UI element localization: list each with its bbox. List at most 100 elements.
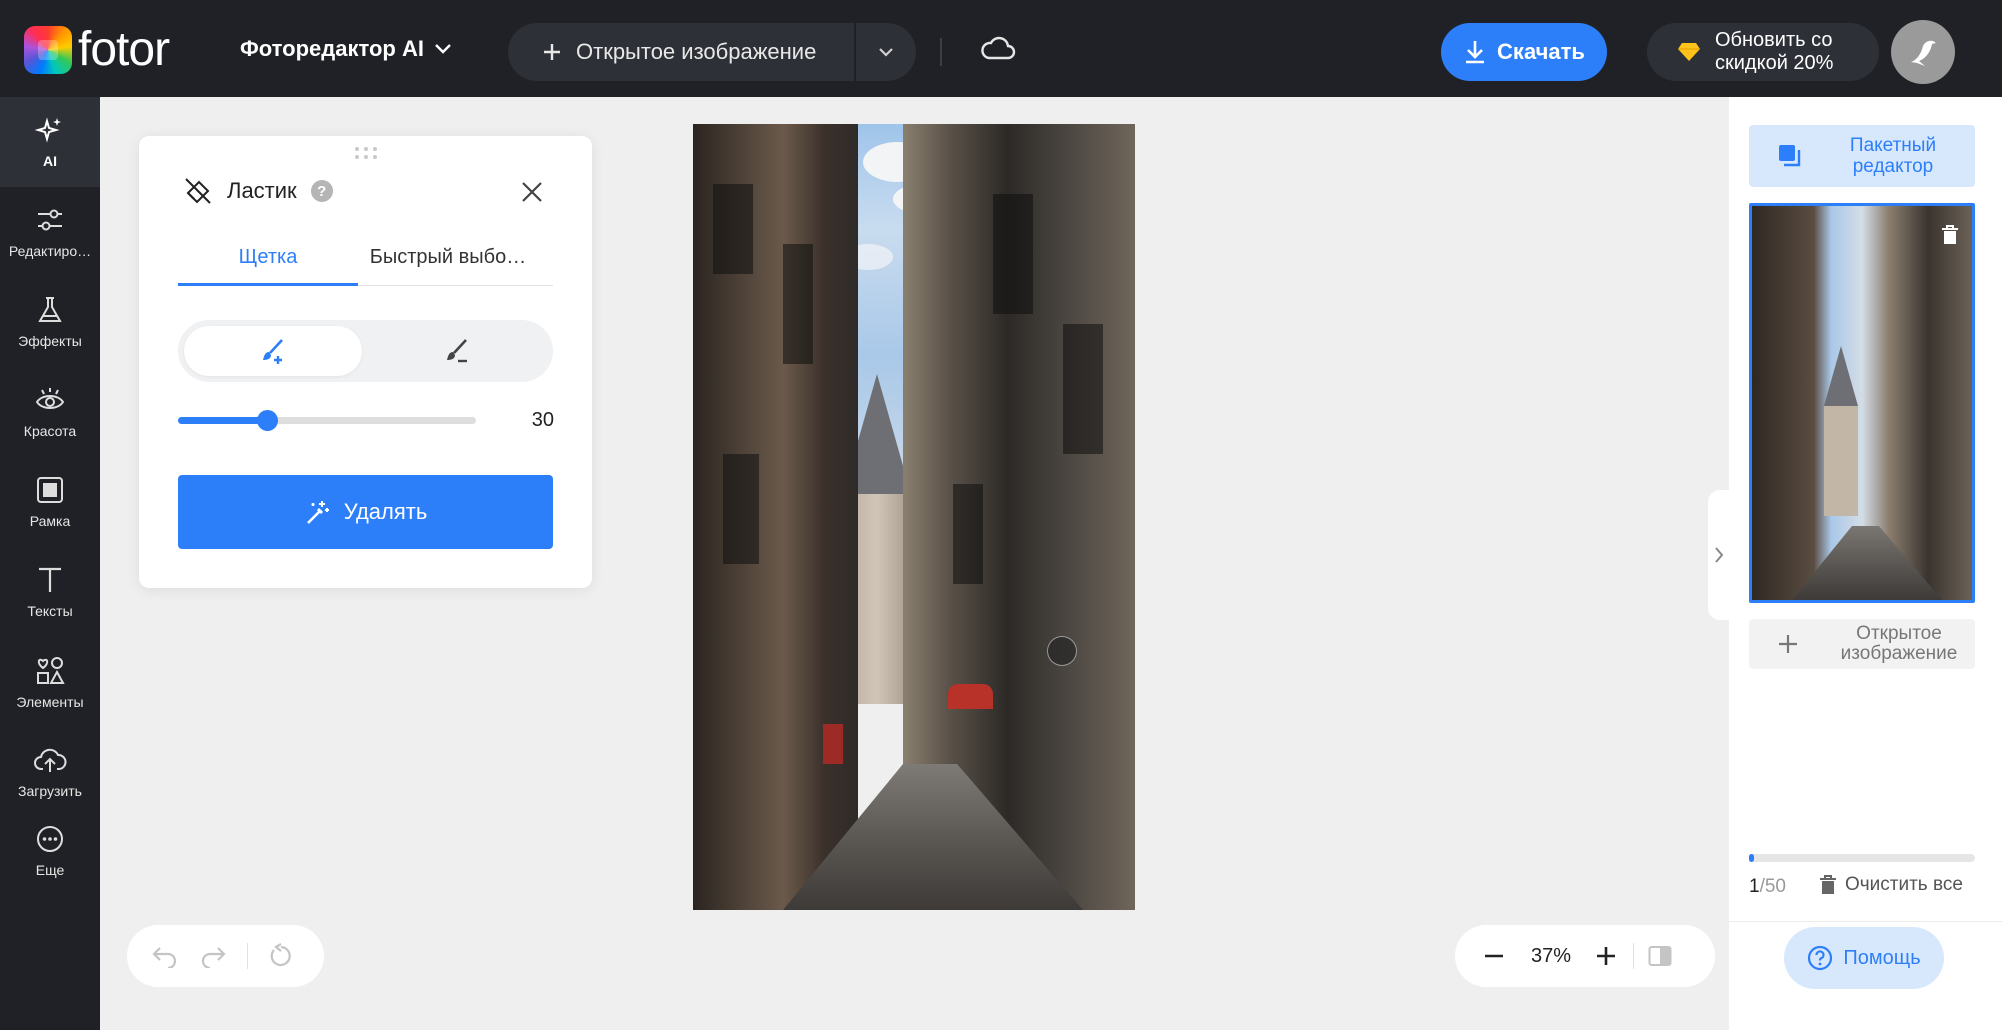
text-icon bbox=[39, 567, 61, 592]
sidebar-item-more[interactable]: Еще bbox=[0, 809, 100, 893]
cloud-save-button[interactable] bbox=[980, 34, 1016, 67]
help-button[interactable]: Помощь bbox=[1784, 927, 1944, 989]
sidebar-item-text[interactable]: Тексты bbox=[0, 547, 100, 637]
image-thumbnail[interactable] bbox=[1749, 203, 1975, 603]
brush-remove-button[interactable] bbox=[368, 326, 546, 376]
collapse-right-panel[interactable] bbox=[1708, 490, 1730, 620]
image-count-current: 1 bbox=[1749, 876, 1760, 897]
open-image-dropdown[interactable] bbox=[856, 23, 916, 81]
slider-thumb[interactable] bbox=[257, 410, 279, 431]
minus-icon bbox=[1485, 954, 1503, 958]
brush-add-button[interactable] bbox=[184, 326, 362, 376]
undo-icon bbox=[152, 947, 177, 968]
sidebar-item-beauty[interactable]: Красота bbox=[0, 367, 100, 457]
compare-view-button[interactable] bbox=[1648, 945, 1672, 967]
sidebar-item-elements[interactable]: Элементы bbox=[0, 637, 100, 727]
sliders-icon bbox=[38, 209, 62, 231]
tab-brush[interactable]: Щетка bbox=[178, 246, 358, 286]
frame-icon bbox=[37, 477, 63, 503]
editor-mode-menu[interactable]: Фоторедактор AI bbox=[240, 36, 452, 62]
sidebar-item-label: Рамка bbox=[29, 513, 71, 529]
brush-remove-icon bbox=[447, 339, 467, 363]
redo-button[interactable] bbox=[199, 944, 227, 968]
logo-text: fotor bbox=[78, 23, 170, 76]
sidebar-item-label: Редактиро… bbox=[8, 243, 92, 259]
question-circle-icon bbox=[1808, 945, 1833, 971]
batch-editor-button[interactable]: Пакетный редактор bbox=[1749, 125, 1975, 187]
upgrade-button[interactable]: Обновить со скидкой 20% bbox=[1647, 23, 1879, 81]
plus-icon bbox=[1779, 635, 1797, 653]
shapes-icon bbox=[37, 657, 65, 684]
brush-size-slider[interactable] bbox=[178, 408, 476, 432]
eraser-panel-title: Ластик bbox=[227, 178, 297, 203]
chevron-down-icon bbox=[879, 48, 893, 57]
eraser-panel-header: Ластик ? bbox=[183, 176, 333, 206]
eye-icon bbox=[35, 388, 65, 409]
download-icon bbox=[1466, 41, 1485, 64]
help-icon[interactable]: ? bbox=[310, 180, 333, 202]
top-bar: fotor Фоторедактор AI Открытое изображен… bbox=[0, 0, 2002, 97]
clear-all-label: Очистить все bbox=[1845, 874, 1963, 895]
reset-button[interactable] bbox=[268, 943, 294, 969]
user-avatar[interactable] bbox=[1891, 20, 1955, 84]
zoom-divider bbox=[1633, 943, 1634, 969]
compare-badge-icon[interactable] bbox=[1047, 636, 1077, 666]
brush-mode-toggle bbox=[178, 320, 553, 382]
sidebar-item-label: Эффекты bbox=[18, 333, 82, 349]
open-image-label: Открытое изображение bbox=[576, 39, 817, 64]
history-controls bbox=[127, 925, 324, 987]
more-icon bbox=[37, 826, 63, 852]
erase-button[interactable]: Удалять bbox=[178, 475, 553, 549]
zoom-controls: 37% bbox=[1455, 925, 1715, 987]
close-icon[interactable] bbox=[520, 180, 544, 204]
sidebar-item-label: Красота bbox=[23, 423, 77, 439]
add-image-label: Открытое изображение bbox=[1840, 623, 1958, 664]
clear-all-button[interactable]: Очистить все bbox=[1819, 874, 1963, 896]
history-divider bbox=[247, 943, 248, 969]
upload-progress-bar bbox=[1749, 854, 1975, 862]
canvas-photo[interactable] bbox=[693, 124, 1135, 910]
brush-add-icon bbox=[263, 339, 283, 364]
fotor-logo[interactable]: fotor bbox=[24, 23, 170, 76]
eraser-tabs: Щетка Быстрый выбо… bbox=[178, 246, 553, 286]
add-image-button[interactable]: Открытое изображение bbox=[1749, 619, 1975, 669]
zoom-in-button[interactable] bbox=[1595, 945, 1617, 967]
help-label: Помощь bbox=[1843, 946, 1921, 969]
sidebar-item-edit[interactable]: Редактиро… bbox=[0, 187, 100, 277]
open-image-button[interactable]: Открытое изображение bbox=[508, 23, 856, 81]
zoom-level[interactable]: 37% bbox=[1515, 945, 1587, 968]
flask-icon bbox=[38, 297, 62, 322]
sidebar-item-label: Элементы bbox=[16, 694, 84, 710]
batch-layers-icon bbox=[1779, 145, 1801, 167]
slider-fill bbox=[178, 417, 268, 424]
sidebar-item-frame[interactable]: Рамка bbox=[0, 457, 100, 547]
trash-icon[interactable] bbox=[1940, 224, 1960, 246]
ai-sparkle-icon bbox=[35, 117, 61, 143]
upload-cloud-icon bbox=[34, 748, 67, 772]
tab-quick-select[interactable]: Быстрый выбо… bbox=[358, 246, 538, 285]
right-panel: Пакетный редактор Открытое изображение 1… bbox=[1729, 97, 2002, 1030]
undo-button[interactable] bbox=[151, 944, 179, 968]
download-button[interactable]: Скачать bbox=[1441, 23, 1607, 81]
image-count: 1/50 bbox=[1749, 876, 1786, 898]
right-panel-divider bbox=[1729, 921, 2002, 922]
upgrade-line-1: Обновить со bbox=[1715, 29, 1833, 51]
sidebar-item-upload[interactable]: Загрузить bbox=[0, 727, 100, 817]
sidebar-item-label: Еще bbox=[35, 862, 65, 878]
brush-size-value: 30 bbox=[531, 409, 554, 431]
download-label: Скачать bbox=[1497, 39, 1585, 64]
sidebar-item-ai[interactable]: AI bbox=[0, 97, 100, 187]
chevron-right-icon bbox=[1715, 547, 1724, 563]
sidebar-item-label: AI bbox=[43, 153, 57, 169]
diamond-icon bbox=[1678, 43, 1700, 61]
bird-avatar-icon bbox=[1911, 40, 1936, 66]
redo-icon bbox=[201, 947, 226, 968]
drag-handle-icon[interactable] bbox=[353, 146, 379, 160]
magic-wand-icon bbox=[306, 501, 329, 524]
batch-editor-label: Пакетный редактор bbox=[1849, 135, 1937, 177]
zoom-out-button[interactable] bbox=[1483, 945, 1505, 967]
sidebar-item-label: Тексты bbox=[27, 603, 73, 619]
toolbar-divider bbox=[940, 38, 942, 66]
upgrade-line-2: скидкой 20% bbox=[1715, 52, 1834, 74]
sidebar-item-effects[interactable]: Эффекты bbox=[0, 277, 100, 367]
